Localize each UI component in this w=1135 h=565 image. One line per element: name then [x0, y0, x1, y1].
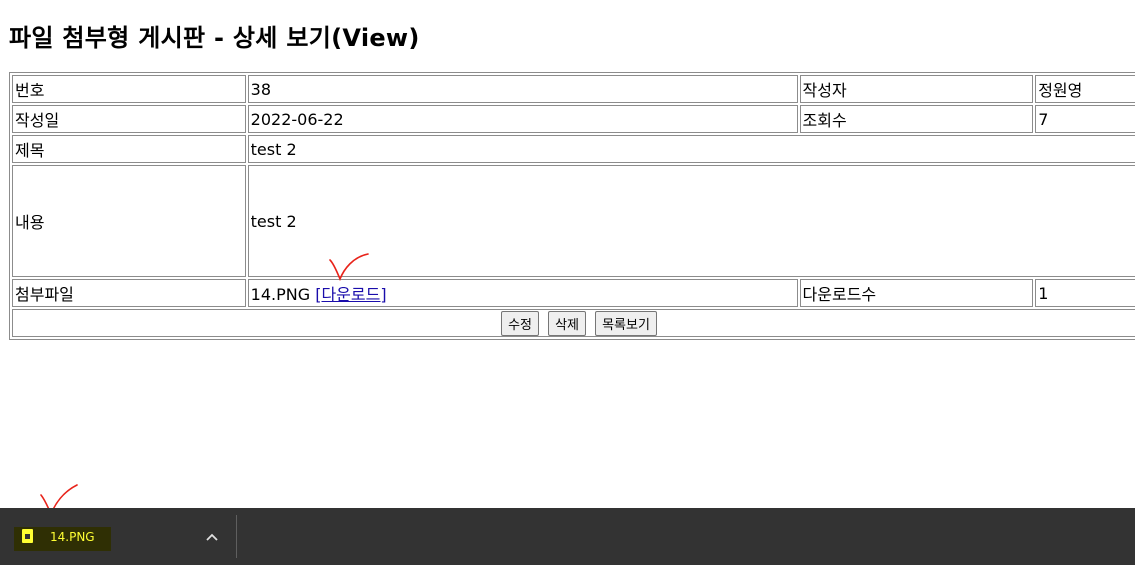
post-detail-table: 번호 38 작성자 정원영 작성일 2022-06-22 조회수 7 제목 te… [9, 72, 1135, 340]
attach-file-name: 14.PNG [250, 285, 311, 304]
content-value: test 2 [247, 165, 1135, 277]
no-value: 38 [247, 75, 798, 103]
subject-label: 제목 [12, 135, 246, 163]
table-row: 번호 38 작성자 정원영 [12, 75, 1135, 103]
date-value: 2022-06-22 [247, 105, 798, 133]
attach-label: 첨부파일 [12, 279, 246, 307]
table-row: 첨부파일 14.PNG [다운로드] 다운로드수 1 [12, 279, 1135, 307]
no-label: 번호 [12, 75, 246, 103]
list-button[interactable]: 목록보기 [595, 310, 657, 336]
content-label: 내용 [12, 165, 246, 277]
download-shelf: 14.PNG [0, 508, 1135, 565]
download-item[interactable]: 14.PNG [14, 527, 111, 551]
table-row: 수정 삭제 목록보기 [12, 309, 1135, 337]
author-value: 정원영 [1035, 75, 1135, 103]
table-row: 내용 test 2 [12, 165, 1135, 277]
delete-button[interactable]: 삭제 [548, 310, 586, 336]
page-title: 파일 첨부형 게시판 - 상세 보기(View) [9, 24, 420, 52]
download-link[interactable]: [다운로드] [315, 285, 386, 304]
shelf-divider [236, 515, 237, 558]
image-file-icon [22, 529, 33, 543]
attach-cell: 14.PNG [다운로드] [247, 279, 798, 307]
chevron-up-icon[interactable] [200, 525, 224, 549]
download-count-label: 다운로드수 [799, 279, 1034, 307]
subject-value: test 2 [247, 135, 1135, 163]
views-value: 7 [1035, 105, 1135, 133]
table-row: 제목 test 2 [12, 135, 1135, 163]
views-label: 조회수 [799, 105, 1034, 133]
date-label: 작성일 [12, 105, 246, 133]
button-row: 수정 삭제 목록보기 [12, 309, 1135, 337]
author-label: 작성자 [799, 75, 1034, 103]
download-count-value: 1 [1035, 279, 1135, 307]
download-file-name: 14.PNG [50, 530, 95, 544]
edit-button[interactable]: 수정 [501, 310, 539, 336]
table-row: 작성일 2022-06-22 조회수 7 [12, 105, 1135, 133]
checkmark-annotation-icon [329, 253, 369, 282]
